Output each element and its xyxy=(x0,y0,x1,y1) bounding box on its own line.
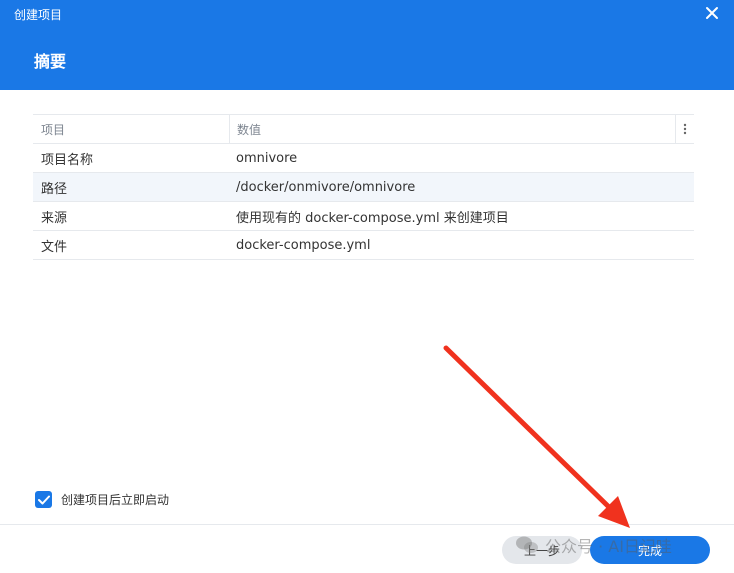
finish-button[interactable]: 完成 xyxy=(590,536,710,564)
column-header-value[interactable]: 数值 xyxy=(230,115,676,143)
previous-step-button[interactable]: 上一步 xyxy=(502,536,582,564)
row-item: 来源 xyxy=(41,210,68,226)
footer-divider xyxy=(0,524,734,525)
row-value: omnivore xyxy=(236,150,298,166)
dialog-header: 创建项目 摘要 xyxy=(0,0,734,90)
column-header-item[interactable]: 项目 xyxy=(33,115,230,143)
table-row[interactable]: 来源 使用现有的 docker-compose.yml 来创建项目 xyxy=(33,202,694,231)
window-title: 创建项目 xyxy=(14,8,63,22)
column-menu-icon[interactable] xyxy=(676,115,694,143)
table-row[interactable]: 文件 docker-compose.yml xyxy=(33,231,694,260)
table-row[interactable]: 项目名称 omnivore xyxy=(33,144,694,173)
row-item: 文件 xyxy=(41,239,68,255)
table-row[interactable]: 路径 /docker/onmivore/omnivore xyxy=(33,173,694,202)
checkmark-icon xyxy=(37,495,50,504)
row-item: 路径 xyxy=(41,181,68,197)
start-after-create-option[interactable]: 创建项目后立即启动 xyxy=(35,491,169,508)
start-after-create-checkbox[interactable] xyxy=(35,491,52,508)
close-icon[interactable] xyxy=(704,5,720,21)
table-header: 项目 数值 xyxy=(33,115,694,144)
row-value: /docker/onmivore/omnivore xyxy=(236,179,416,195)
start-after-create-label: 创建项目后立即启动 xyxy=(61,493,170,507)
step-title: 摘要 xyxy=(34,52,67,71)
summary-table: 项目 数值 项目名称 omnivore 路径 /docker/onmivore/… xyxy=(33,114,694,260)
row-value: docker-compose.yml xyxy=(236,237,371,253)
row-item: 项目名称 xyxy=(41,152,94,168)
row-value: 使用现有的 docker-compose.yml 来创建项目 xyxy=(236,210,509,226)
